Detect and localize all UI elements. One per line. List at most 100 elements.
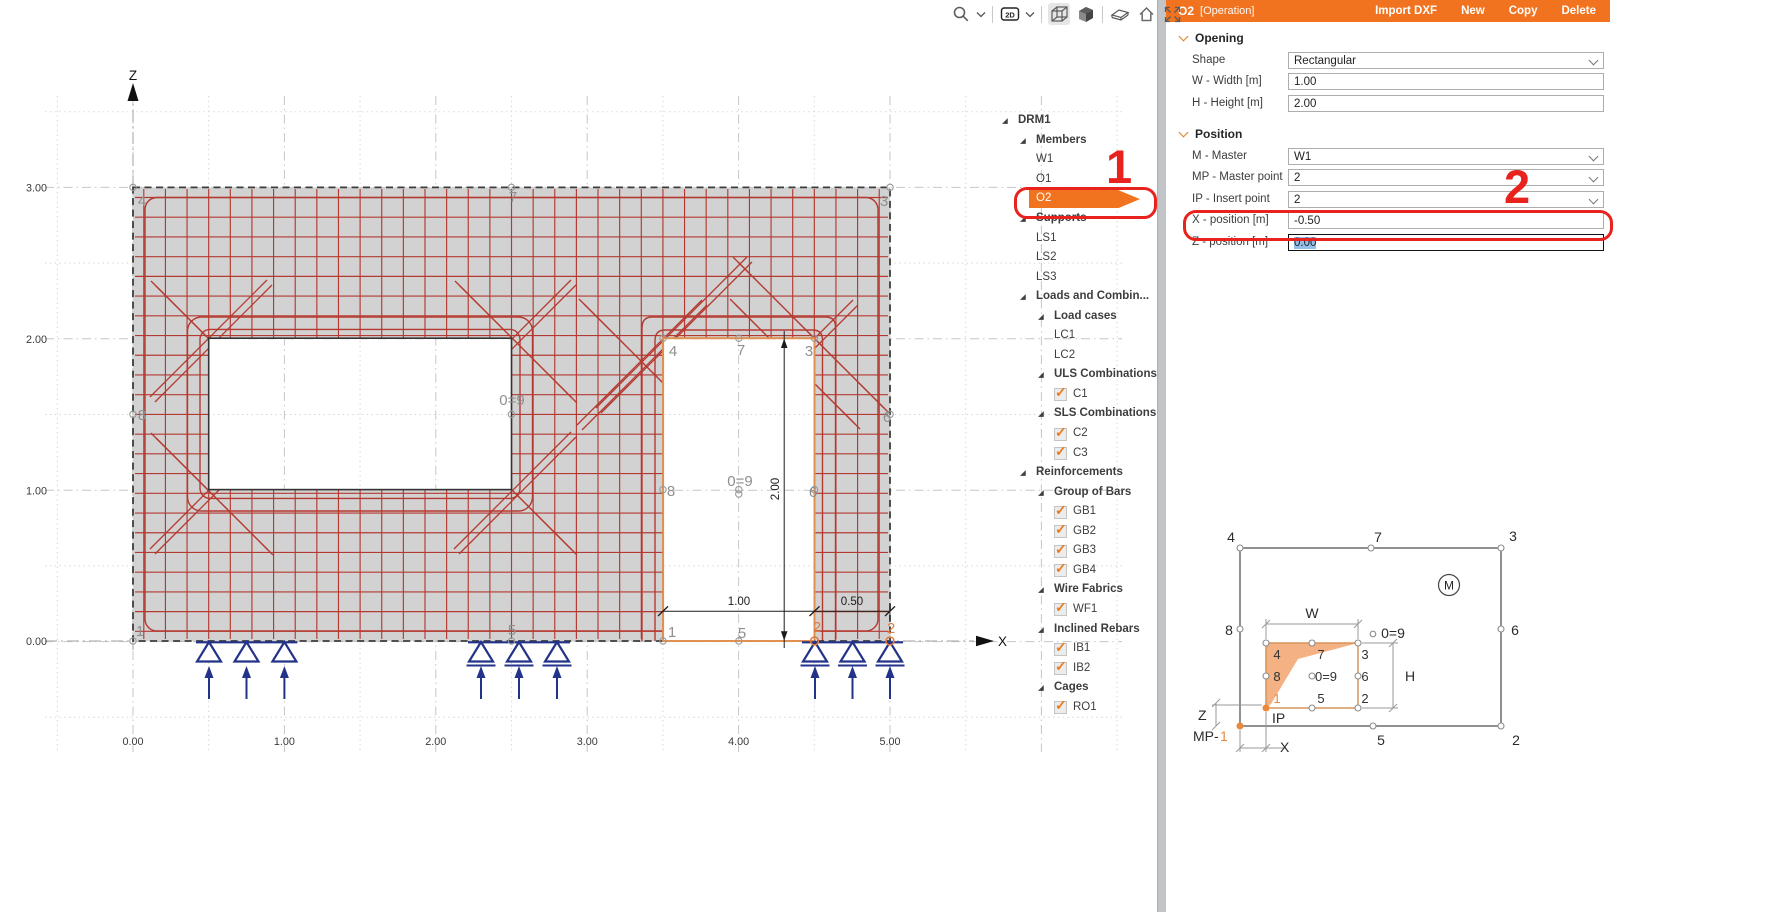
tree-item-SLS Combinations[interactable]: SLS Combinations xyxy=(1054,404,1156,424)
dropdown-chevron-icon[interactable] xyxy=(1589,151,1599,161)
tree-item-GB1[interactable]: GB1 xyxy=(1073,502,1096,522)
property-dropdown-MP[interactable]: 2 xyxy=(1288,169,1604,186)
tree-expander-icon[interactable]: ◢ xyxy=(1038,580,1044,600)
fit-to-view-icon[interactable] xyxy=(1161,3,1183,25)
tree-checkbox-IB1[interactable]: ✓ xyxy=(1054,643,1067,656)
tree-item-LS3[interactable]: LS3 xyxy=(1036,268,1056,288)
svg-text:1.00: 1.00 xyxy=(26,485,47,497)
insert-point-dot xyxy=(1263,705,1270,712)
tree-checkbox-C2[interactable]: ✓ xyxy=(1054,428,1067,441)
svg-text:8: 8 xyxy=(138,407,146,424)
section-header-Opening[interactable]: Opening xyxy=(1180,30,1244,46)
property-label: W - Width [m] xyxy=(1192,75,1262,87)
tree-item-LS2[interactable]: LS2 xyxy=(1036,248,1056,268)
tree-item-GB4[interactable]: GB4 xyxy=(1073,561,1096,581)
import-dxf-button[interactable]: Import DXF xyxy=(1375,5,1437,17)
svg-text:0.50: 0.50 xyxy=(841,596,863,608)
new-button[interactable]: New xyxy=(1461,5,1485,17)
svg-text:8: 8 xyxy=(1225,622,1233,638)
tree-item-GB2[interactable]: GB2 xyxy=(1073,522,1096,542)
tree-checkbox-GB4[interactable]: ✓ xyxy=(1054,564,1067,577)
svg-text:0=9: 0=9 xyxy=(1315,669,1337,684)
svg-text:X: X xyxy=(1280,739,1290,755)
section-header-Position[interactable]: Position xyxy=(1180,126,1242,142)
property-row: ShapeRectangular xyxy=(1166,52,1610,70)
svg-text:2.00: 2.00 xyxy=(26,334,47,346)
delete-button[interactable]: Delete xyxy=(1561,5,1596,17)
tree-expander-icon[interactable]: ◢ xyxy=(1038,483,1044,503)
tree-item-C1[interactable]: C1 xyxy=(1073,385,1088,405)
wireframe-cube-icon[interactable] xyxy=(1048,3,1070,25)
x-axis-arrow-icon xyxy=(976,636,994,646)
property-dropdown-Shape[interactable]: Rectangular xyxy=(1288,52,1604,69)
drawing-canvas[interactable]: Z X 4 7 3 8 6 1 5 2 0=9 4 7 3 8 0=9 6 1 xyxy=(0,0,1157,912)
tree-item-Wire Fabrics[interactable]: Wire Fabrics xyxy=(1054,580,1123,600)
tree-item-LC1[interactable]: LC1 xyxy=(1054,326,1075,346)
property-dropdown-M[interactable]: W1 xyxy=(1288,148,1604,165)
tree-expander-icon[interactable]: ◢ xyxy=(1038,620,1044,640)
tree-item-Group of Bars[interactable]: Group of Bars xyxy=(1054,483,1131,503)
tree-expander-icon[interactable]: ◢ xyxy=(1020,131,1026,151)
tree-expander-icon[interactable]: ◢ xyxy=(1020,287,1026,307)
tree-expander-icon[interactable]: ◢ xyxy=(1038,678,1044,698)
property-row: M - MasterW1 xyxy=(1166,148,1610,166)
tree-item-C2[interactable]: C2 xyxy=(1073,424,1088,444)
svg-text:5: 5 xyxy=(508,622,516,639)
tree-item-DRM1[interactable]: DRM1 xyxy=(1018,111,1051,131)
property-input-W[interactable]: 1.00 xyxy=(1288,73,1604,90)
tree-item-Cages[interactable]: Cages xyxy=(1054,678,1089,698)
svg-text:0.00: 0.00 xyxy=(122,736,143,748)
property-dropdown-IP[interactable]: 2 xyxy=(1288,191,1604,208)
section-collapse-chevron-icon[interactable] xyxy=(1179,128,1189,138)
zoom-dropdown-chevron-icon[interactable] xyxy=(976,3,986,25)
tree-item-Inclined Rebars[interactable]: Inclined Rebars xyxy=(1054,620,1140,640)
svg-text:2.00: 2.00 xyxy=(425,736,446,748)
svg-text:6: 6 xyxy=(809,484,817,501)
surface-view-icon[interactable] xyxy=(1109,3,1131,25)
tree-item-ULS Combinations[interactable]: ULS Combinations xyxy=(1054,365,1157,385)
tree-checkbox-GB3[interactable]: ✓ xyxy=(1054,545,1067,558)
svg-text:1: 1 xyxy=(1220,728,1228,744)
svg-text:5: 5 xyxy=(1317,691,1324,706)
tree-item-LS1[interactable]: LS1 xyxy=(1036,229,1056,249)
tree-expander-icon[interactable]: ◢ xyxy=(1002,111,1008,131)
tree-item-IB2[interactable]: IB2 xyxy=(1073,659,1090,679)
dropdown-chevron-icon[interactable] xyxy=(1589,55,1599,65)
solid-cube-icon[interactable] xyxy=(1074,3,1096,25)
section-collapse-chevron-icon[interactable] xyxy=(1179,32,1189,42)
dropdown-chevron-icon[interactable] xyxy=(1589,194,1599,204)
home-view-icon[interactable] xyxy=(1135,3,1157,25)
tree-checkbox-GB1[interactable]: ✓ xyxy=(1054,506,1067,519)
tree-checkbox-C3[interactable]: ✓ xyxy=(1054,447,1067,460)
tree-checkbox-WF1[interactable]: ✓ xyxy=(1054,603,1067,616)
tree-checkbox-IB2[interactable]: ✓ xyxy=(1054,662,1067,675)
property-input-H[interactable]: 2.00 xyxy=(1288,95,1604,112)
tree-item-GB3[interactable]: GB3 xyxy=(1073,541,1096,561)
insert-point-diagram: M 4 7 3 8 6 5 2 0=9 4 7 3 8 0=9 6 1 5 2 … xyxy=(1180,518,1545,773)
view-2d-icon[interactable]: 2D xyxy=(999,3,1021,25)
tree-item-W1[interactable]: W1 xyxy=(1036,150,1053,170)
tree-item-Loads and Combin...[interactable]: Loads and Combin... xyxy=(1036,287,1149,307)
tree-item-WF1[interactable]: WF1 xyxy=(1073,600,1097,620)
svg-text:3: 3 xyxy=(805,343,813,360)
tree-checkbox-GB2[interactable]: ✓ xyxy=(1054,525,1067,538)
tree-item-RO1[interactable]: RO1 xyxy=(1073,698,1097,718)
tree-item-LC2[interactable]: LC2 xyxy=(1054,346,1075,366)
tree-expander-icon[interactable]: ◢ xyxy=(1038,307,1044,327)
zoom-icon[interactable] xyxy=(950,3,972,25)
tree-expander-icon[interactable]: ◢ xyxy=(1038,365,1044,385)
tree-expander-icon[interactable]: ◢ xyxy=(1020,463,1026,483)
tree-checkbox-RO1[interactable]: ✓ xyxy=(1054,701,1067,714)
tree-expander-icon[interactable]: ◢ xyxy=(1038,404,1044,424)
tree-item-Members[interactable]: Members xyxy=(1036,131,1087,151)
svg-text:8: 8 xyxy=(1273,669,1280,684)
tree-checkbox-C1[interactable]: ✓ xyxy=(1054,388,1067,401)
tree-item-Reinforcements[interactable]: Reinforcements xyxy=(1036,463,1123,483)
copy-button[interactable]: Copy xyxy=(1509,5,1538,17)
property-row: W - Width [m] 1.00 xyxy=(1166,73,1610,91)
tree-item-C3[interactable]: C3 xyxy=(1073,444,1088,464)
tree-item-Load cases[interactable]: Load cases xyxy=(1054,307,1117,327)
tree-item-IB1[interactable]: IB1 xyxy=(1073,639,1090,659)
view-mode-chevron-icon[interactable] xyxy=(1025,3,1035,25)
dropdown-chevron-icon[interactable] xyxy=(1589,173,1599,183)
